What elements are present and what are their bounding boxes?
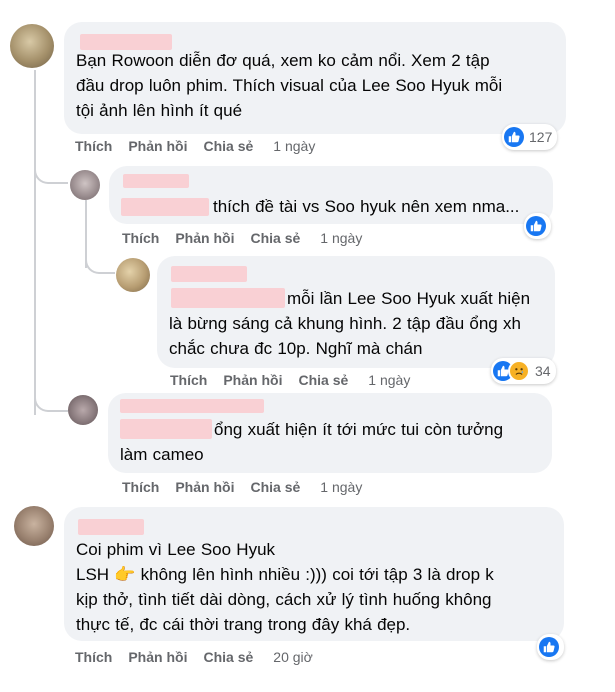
commenter-name-redacted[interactable] (78, 519, 144, 535)
timestamp[interactable]: 1 ngày (320, 479, 362, 495)
reply-text: thích đề tài vs Soo hyuk nên xem nma... (213, 197, 520, 216)
avatar[interactable] (14, 506, 54, 546)
like-button[interactable]: Thích (122, 230, 159, 246)
reply-bubble: ổng xuất hiện ít tới mức tui còn tưởng l… (108, 393, 552, 473)
reaction-summary[interactable]: 127 (502, 124, 558, 150)
reply-button[interactable]: Phản hồi (175, 230, 234, 246)
share-button[interactable]: Chia sẻ (250, 479, 300, 495)
reaction-count: 127 (529, 129, 553, 145)
reply-actions: Thích Phản hồi Chia sẻ 1 ngày (122, 479, 362, 495)
reply-actions: Thích Phản hồi Chia sẻ 1 ngày (170, 372, 410, 388)
avatar[interactable] (68, 395, 98, 425)
share-button[interactable]: Chia sẻ (298, 372, 348, 388)
timestamp[interactable]: 1 ngày (320, 230, 362, 246)
reply-bubble: thích đề tài vs Soo hyuk nên xem nma... (109, 166, 553, 224)
avatar[interactable] (70, 170, 100, 200)
reply-button[interactable]: Phản hồi (175, 479, 234, 495)
commenter-name-redacted[interactable] (171, 266, 247, 282)
reaction-summary[interactable] (524, 213, 551, 239)
thread-connector-reply-1 (34, 160, 68, 184)
reaction-summary[interactable] (537, 634, 564, 660)
sad-face-icon (508, 360, 530, 382)
share-button[interactable]: Chia sẻ (203, 649, 253, 665)
reply-button[interactable]: Phản hồi (128, 649, 187, 665)
avatar[interactable] (10, 24, 54, 68)
like-button[interactable]: Thích (75, 649, 112, 665)
commenter-name-redacted[interactable] (120, 399, 264, 413)
thread-connector-reply-2 (85, 250, 115, 274)
reply-text: mỗi lần Lee Soo Hyuk xuất hiện là bừng s… (169, 289, 531, 358)
comment-text: Coi phim vì Lee Soo Hyuk LSH 👉 không lên… (76, 540, 494, 634)
share-button[interactable]: Chia sẻ (250, 230, 300, 246)
reply-actions: Thích Phản hồi Chia sẻ 1 ngày (122, 230, 362, 246)
like-button[interactable]: Thích (170, 372, 207, 388)
mention-redacted[interactable] (121, 198, 209, 216)
thread-line-comment-1 (34, 70, 36, 415)
thumbs-up-icon (526, 216, 546, 236)
thumbs-up-icon (539, 637, 559, 657)
avatar[interactable] (116, 258, 150, 292)
reaction-summary[interactable]: 34 (491, 358, 556, 384)
comment-bubble: Coi phim vì Lee Soo Hyuk LSH 👉 không lên… (64, 507, 564, 641)
reply-text: ổng xuất hiện ít tới mức tui còn tưởng l… (120, 420, 504, 464)
reaction-count: 34 (535, 363, 551, 379)
share-button[interactable]: Chia sẻ (203, 138, 253, 154)
like-button[interactable]: Thích (122, 479, 159, 495)
commenter-name-redacted[interactable] (123, 174, 189, 188)
thumbs-up-icon (504, 127, 524, 147)
thread-connector-reply-3 (34, 390, 68, 412)
comment-text: Bạn Rowoon diễn đơ quá, xem ko cảm nổi. … (76, 51, 503, 120)
timestamp[interactable]: 1 ngày (368, 372, 410, 388)
comment-actions: Thích Phản hồi Chia sẻ 20 giờ (75, 649, 313, 665)
reply-bubble: mỗi lần Lee Soo Hyuk xuất hiện là bừng s… (157, 256, 555, 368)
like-button[interactable]: Thích (75, 138, 112, 154)
timestamp[interactable]: 1 ngày (273, 138, 315, 154)
reply-button[interactable]: Phản hồi (223, 372, 282, 388)
timestamp[interactable]: 20 giờ (273, 649, 313, 665)
reply-button[interactable]: Phản hồi (128, 138, 187, 154)
comment-actions: Thích Phản hồi Chia sẻ 1 ngày (75, 138, 315, 154)
comment-bubble: Bạn Rowoon diễn đơ quá, xem ko cảm nổi. … (64, 22, 566, 134)
